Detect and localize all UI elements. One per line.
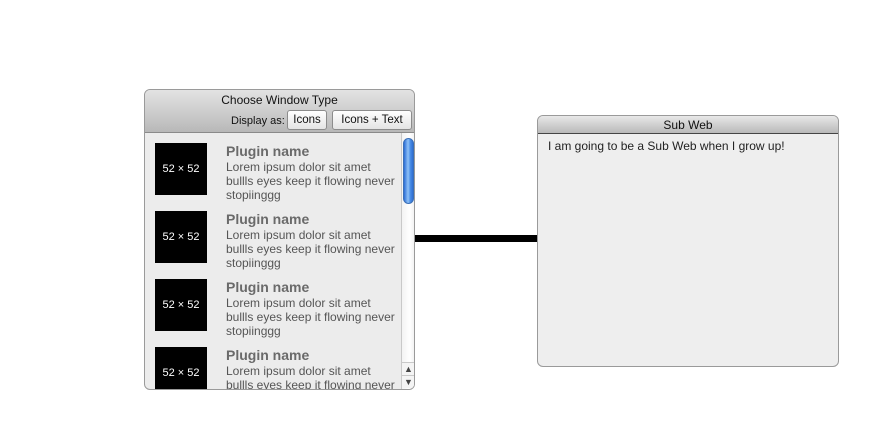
plugin-list: 52 × 52 Plugin name Lorem ipsum dolor si… xyxy=(145,133,401,389)
plugin-description: Lorem ipsum dolor sit amet bullls eyes k… xyxy=(226,296,395,338)
sub-web-title: Sub Web xyxy=(663,118,713,132)
plugin-thumbnail: 52 × 52 xyxy=(155,211,207,263)
plugin-thumbnail: 52 × 52 xyxy=(155,279,207,331)
plugin-list-item[interactable]: 52 × 52 Plugin name Lorem ipsum dolor si… xyxy=(145,138,401,206)
choose-window-type-panel: Choose Window Type Display as: Icons Ico… xyxy=(144,89,415,390)
sub-web-title-bar[interactable]: Sub Web xyxy=(538,116,838,134)
plugin-description: Lorem ipsum dolor sit amet bullls eyes k… xyxy=(226,160,395,202)
plugin-name: Plugin name xyxy=(226,211,310,227)
plugin-name: Plugin name xyxy=(226,279,310,295)
sub-web-body-text: I am going to be a Sub Web when I grow u… xyxy=(548,139,785,153)
plugin-name: Plugin name xyxy=(226,143,310,159)
display-as-label: Display as: xyxy=(231,115,285,127)
plugin-thumbnail: 52 × 52 xyxy=(155,143,207,195)
plugin-list-item[interactable]: 52 × 52 Plugin name Lorem ipsum dolor si… xyxy=(145,274,401,342)
plugin-description: Lorem ipsum dolor sit amet bullls eyes k… xyxy=(226,228,395,270)
panel-title: Choose Window Type xyxy=(221,93,338,107)
display-icons-text-button[interactable]: Icons + Text xyxy=(332,110,412,130)
scrollbar-thumb[interactable] xyxy=(403,138,414,204)
scroll-up-arrow-icon[interactable]: ▲ xyxy=(402,362,414,375)
plugin-thumbnail: 52 × 52 xyxy=(155,347,207,389)
plugin-description: Lorem ipsum dolor sit amet bullls eyes k… xyxy=(226,364,395,389)
panel-header: Choose Window Type Display as: Icons Ico… xyxy=(145,90,414,133)
plugin-list-item[interactable]: 52 × 52 Plugin name Lorem ipsum dolor si… xyxy=(145,342,401,389)
plugin-name: Plugin name xyxy=(226,347,310,363)
connector-line xyxy=(415,235,538,242)
display-icons-button[interactable]: Icons xyxy=(287,110,327,130)
plugin-list-item[interactable]: 52 × 52 Plugin name Lorem ipsum dolor si… xyxy=(145,206,401,274)
vertical-scrollbar[interactable]: ▲ ▼ xyxy=(401,133,414,389)
sub-web-window[interactable]: Sub Web I am going to be a Sub Web when … xyxy=(537,115,839,367)
scroll-down-arrow-icon[interactable]: ▼ xyxy=(402,375,414,388)
